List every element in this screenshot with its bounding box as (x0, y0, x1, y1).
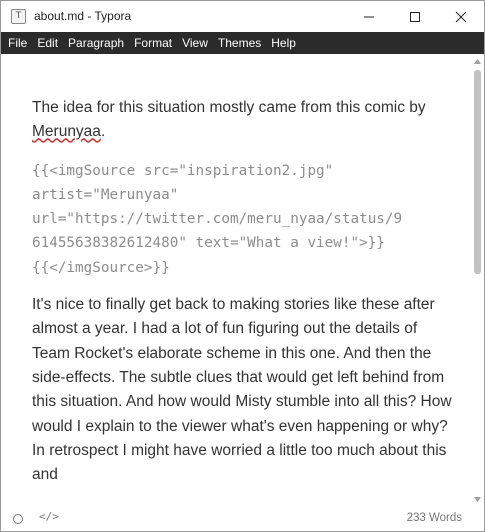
maximize-button[interactable] (392, 1, 438, 32)
paragraph-intro[interactable]: The idea for this situation mostly came … (32, 96, 452, 145)
minimize-icon (364, 16, 374, 17)
typora-app-icon: T (11, 9, 26, 24)
close-button[interactable] (438, 1, 484, 32)
paragraph-intro-end: . (100, 123, 106, 141)
code-line: {{</imgSource>}} (32, 259, 170, 276)
menu-paragraph[interactable]: Paragraph (63, 32, 129, 54)
close-icon (455, 11, 467, 22)
scroll-down-icon (474, 496, 481, 502)
code-icon[interactable]: </> (39, 510, 59, 523)
menu-bar: File Edit Paragraph Format View Themes H… (1, 32, 484, 54)
scroll-up-button[interactable] (471, 54, 484, 68)
scroll-up-icon (474, 58, 481, 64)
menu-edit[interactable]: Edit (32, 32, 63, 54)
code-line: url="https://twitter.com/meru_nyaa/statu… (32, 211, 403, 228)
editor-area[interactable]: The idea for this situation mostly came … (1, 54, 471, 506)
document-content[interactable]: The idea for this situation mostly came … (32, 96, 452, 487)
window-title: about.md - Typora (34, 9, 132, 23)
code-line: artist="Merunyaa" (32, 186, 179, 203)
menu-format[interactable]: Format (129, 32, 177, 54)
menu-file[interactable]: File (3, 32, 32, 54)
menu-help[interactable]: Help (266, 32, 301, 54)
shortcode-block[interactable]: {{<imgSource src="inspiration2.jpg" artis… (32, 159, 452, 280)
vertical-scrollbar[interactable] (471, 54, 484, 506)
status-bar: </> 233 Words (1, 506, 484, 531)
title-bar[interactable]: T about.md - Typora (1, 1, 484, 32)
scrollbar-thumb[interactable] (474, 70, 481, 274)
misspelled-word[interactable]: Merunyaa (32, 123, 101, 140)
code-line: 61455638382612480" text="What a view!">}… (32, 235, 385, 252)
maximize-icon (410, 11, 420, 22)
menu-themes[interactable]: Themes (213, 32, 266, 54)
app-window: T about.md - Typora File Edit Paragraph … (0, 0, 485, 532)
circle-outline-icon[interactable] (13, 514, 23, 524)
code-line: {{<imgSource src="inspiration2.jpg" (32, 162, 334, 179)
minimize-button[interactable] (346, 1, 392, 32)
word-count[interactable]: 233 Words (407, 512, 462, 524)
menu-view[interactable]: View (177, 32, 213, 54)
paragraph-body[interactable]: It's nice to finally get back to making … (32, 293, 452, 487)
scroll-down-button[interactable] (471, 492, 484, 506)
paragraph-intro-text: The idea for this situation mostly came … (32, 99, 426, 116)
